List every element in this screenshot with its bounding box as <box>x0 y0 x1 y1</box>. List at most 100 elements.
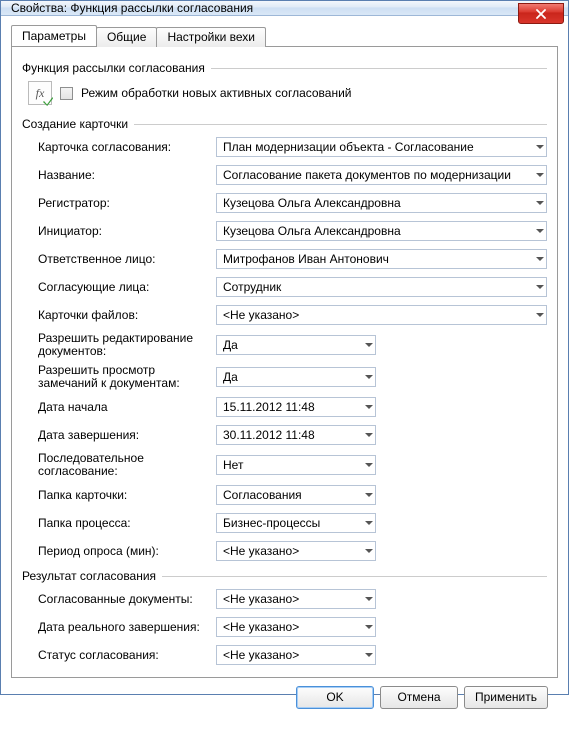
combo-value: Кузецова Ольга Александровна <box>217 196 546 210</box>
combo-name[interactable]: Согласование пакета документов по модерн… <box>216 165 547 185</box>
close-button[interactable] <box>518 3 564 24</box>
combo-value: Да <box>217 338 375 352</box>
combo-proc-folder[interactable]: Бизнес-процессы <box>216 513 376 533</box>
combo-poll-period[interactable]: <Не указано> <box>216 541 376 561</box>
chevron-down-icon <box>365 549 373 553</box>
chevron-down-icon <box>536 145 544 149</box>
chevron-down-icon <box>536 257 544 261</box>
button-label: OK <box>326 690 343 704</box>
combo-value: <Не указано> <box>217 648 375 662</box>
chevron-down-icon <box>536 173 544 177</box>
combo-allow-edit[interactable]: Да <box>216 335 376 355</box>
combo-status[interactable]: <Не указано> <box>216 645 376 665</box>
new-approvals-label: Режим обработки новых активных согласова… <box>81 86 352 100</box>
combo-value: Сотрудник <box>217 280 546 294</box>
row-name: Название: Согласование пакета документов… <box>38 163 547 187</box>
chevron-down-icon <box>365 597 373 601</box>
label-start-date: Дата начала <box>38 400 216 414</box>
combo-value: Бизнес-процессы <box>217 516 375 530</box>
combo-allow-view[interactable]: Да <box>216 367 376 387</box>
row-sequential: Последовательное согласование: Нет <box>38 451 547 479</box>
label-approvers: Согласующие лица: <box>38 280 216 294</box>
combo-registrar[interactable]: Кузецова Ольга Александровна <box>216 193 547 213</box>
combo-docs[interactable]: <Не указано> <box>216 589 376 609</box>
group-create-card-header: Создание карточки <box>22 115 547 133</box>
chevron-down-icon <box>536 285 544 289</box>
row-card-folder: Папка карточки: Согласования <box>38 483 547 507</box>
label-name: Название: <box>38 168 216 182</box>
group-create-card-title: Создание карточки <box>22 117 128 131</box>
combo-initiator[interactable]: Кузецова Ольга Александровна <box>216 221 547 241</box>
combo-value: Да <box>217 370 375 384</box>
chevron-down-icon <box>365 521 373 525</box>
combo-value: <Не указано> <box>217 592 375 606</box>
label-initiator: Инициатор: <box>38 224 216 238</box>
group-function-title: Функция рассылки согласования <box>22 61 205 75</box>
label-registrar: Регистратор: <box>38 196 216 210</box>
label-allow-edit: Разрешить редактирование документов: <box>38 332 216 358</box>
combo-real-end[interactable]: <Не указано> <box>216 617 376 637</box>
combo-value: Митрофанов Иван Антонович <box>217 252 546 266</box>
combo-value: <Не указано> <box>217 308 546 322</box>
label-proc-folder: Папка процесса: <box>38 516 216 530</box>
combo-approvers[interactable]: Сотрудник <box>216 277 547 297</box>
combo-value: План модернизации объекта - Согласование <box>217 140 546 154</box>
window-title: Свойства: Функция рассылки согласования <box>1 1 253 15</box>
label-docs: Согласованные документы: <box>38 592 216 606</box>
tab-milestone[interactable]: Настройки вехи <box>156 27 266 47</box>
ok-button[interactable]: OK <box>296 686 374 709</box>
chevron-down-icon <box>536 313 544 317</box>
divider <box>162 576 547 577</box>
chevron-down-icon <box>536 229 544 233</box>
tab-label: Общие <box>107 30 146 44</box>
properties-window: Свойства: Функция рассылки согласования … <box>0 0 569 695</box>
button-bar: OK Отмена Применить <box>11 678 558 722</box>
row-approvers: Согласующие лица: Сотрудник <box>38 275 547 299</box>
tab-label: Параметры <box>22 29 86 43</box>
fx-icon[interactable]: fx <box>28 81 52 105</box>
label-filecards: Карточки файлов: <box>38 308 216 322</box>
button-label: Отмена <box>397 690 440 704</box>
chevron-down-icon <box>536 201 544 205</box>
group-function-header: Функция рассылки согласования <box>22 59 547 77</box>
button-label: Применить <box>475 690 537 704</box>
tab-label: Настройки вехи <box>167 30 255 44</box>
tab-parameters[interactable]: Параметры <box>11 25 97 46</box>
row-proc-folder: Папка процесса: Бизнес-процессы <box>38 511 547 535</box>
combo-end-date[interactable]: 30.11.2012 11:48 <box>216 425 376 445</box>
combo-filecards[interactable]: <Не указано> <box>216 305 547 325</box>
group-result-title: Результат согласования <box>22 569 156 583</box>
close-icon <box>536 9 546 19</box>
row-allow-edit: Разрешить редактирование документов: Да <box>38 331 547 359</box>
chevron-down-icon <box>365 493 373 497</box>
row-start-date: Дата начала 15.11.2012 11:48 <box>38 395 547 419</box>
divider <box>211 68 547 69</box>
label-responsible: Ответственное лицо: <box>38 252 216 266</box>
row-docs: Согласованные документы: <Не указано> <box>38 587 547 611</box>
combo-sequential[interactable]: Нет <box>216 455 376 475</box>
combo-card-folder[interactable]: Согласования <box>216 485 376 505</box>
label-sequential: Последовательное согласование: <box>38 452 216 478</box>
label-status: Статус согласования: <box>38 648 216 662</box>
chevron-down-icon <box>365 405 373 409</box>
chevron-down-icon <box>365 653 373 657</box>
label-card-folder: Папка карточки: <box>38 488 216 502</box>
result-form: Согласованные документы: <Не указано> Да… <box>22 585 547 667</box>
combo-card[interactable]: План модернизации объекта - Согласование <box>216 137 547 157</box>
label-allow-view: Разрешить просмотр замечаний к документа… <box>38 364 216 390</box>
combo-responsible[interactable]: Митрофанов Иван Антонович <box>216 249 547 269</box>
row-card: Карточка согласования: План модернизации… <box>38 135 547 159</box>
chevron-down-icon <box>365 343 373 347</box>
combo-value: Кузецова Ольга Александровна <box>217 224 546 238</box>
combo-value: Согласование пакета документов по модерн… <box>217 168 546 182</box>
apply-button[interactable]: Применить <box>464 686 548 709</box>
row-responsible: Ответственное лицо: Митрофанов Иван Анто… <box>38 247 547 271</box>
function-row: fx Режим обработки новых активных соглас… <box>22 77 547 111</box>
cancel-button[interactable]: Отмена <box>380 686 458 709</box>
combo-start-date[interactable]: 15.11.2012 11:48 <box>216 397 376 417</box>
chevron-down-icon <box>365 625 373 629</box>
label-end-date: Дата завершения: <box>38 428 216 442</box>
combo-value: 15.11.2012 11:48 <box>217 400 375 414</box>
new-approvals-checkbox[interactable] <box>60 87 73 100</box>
tab-general[interactable]: Общие <box>96 27 157 47</box>
